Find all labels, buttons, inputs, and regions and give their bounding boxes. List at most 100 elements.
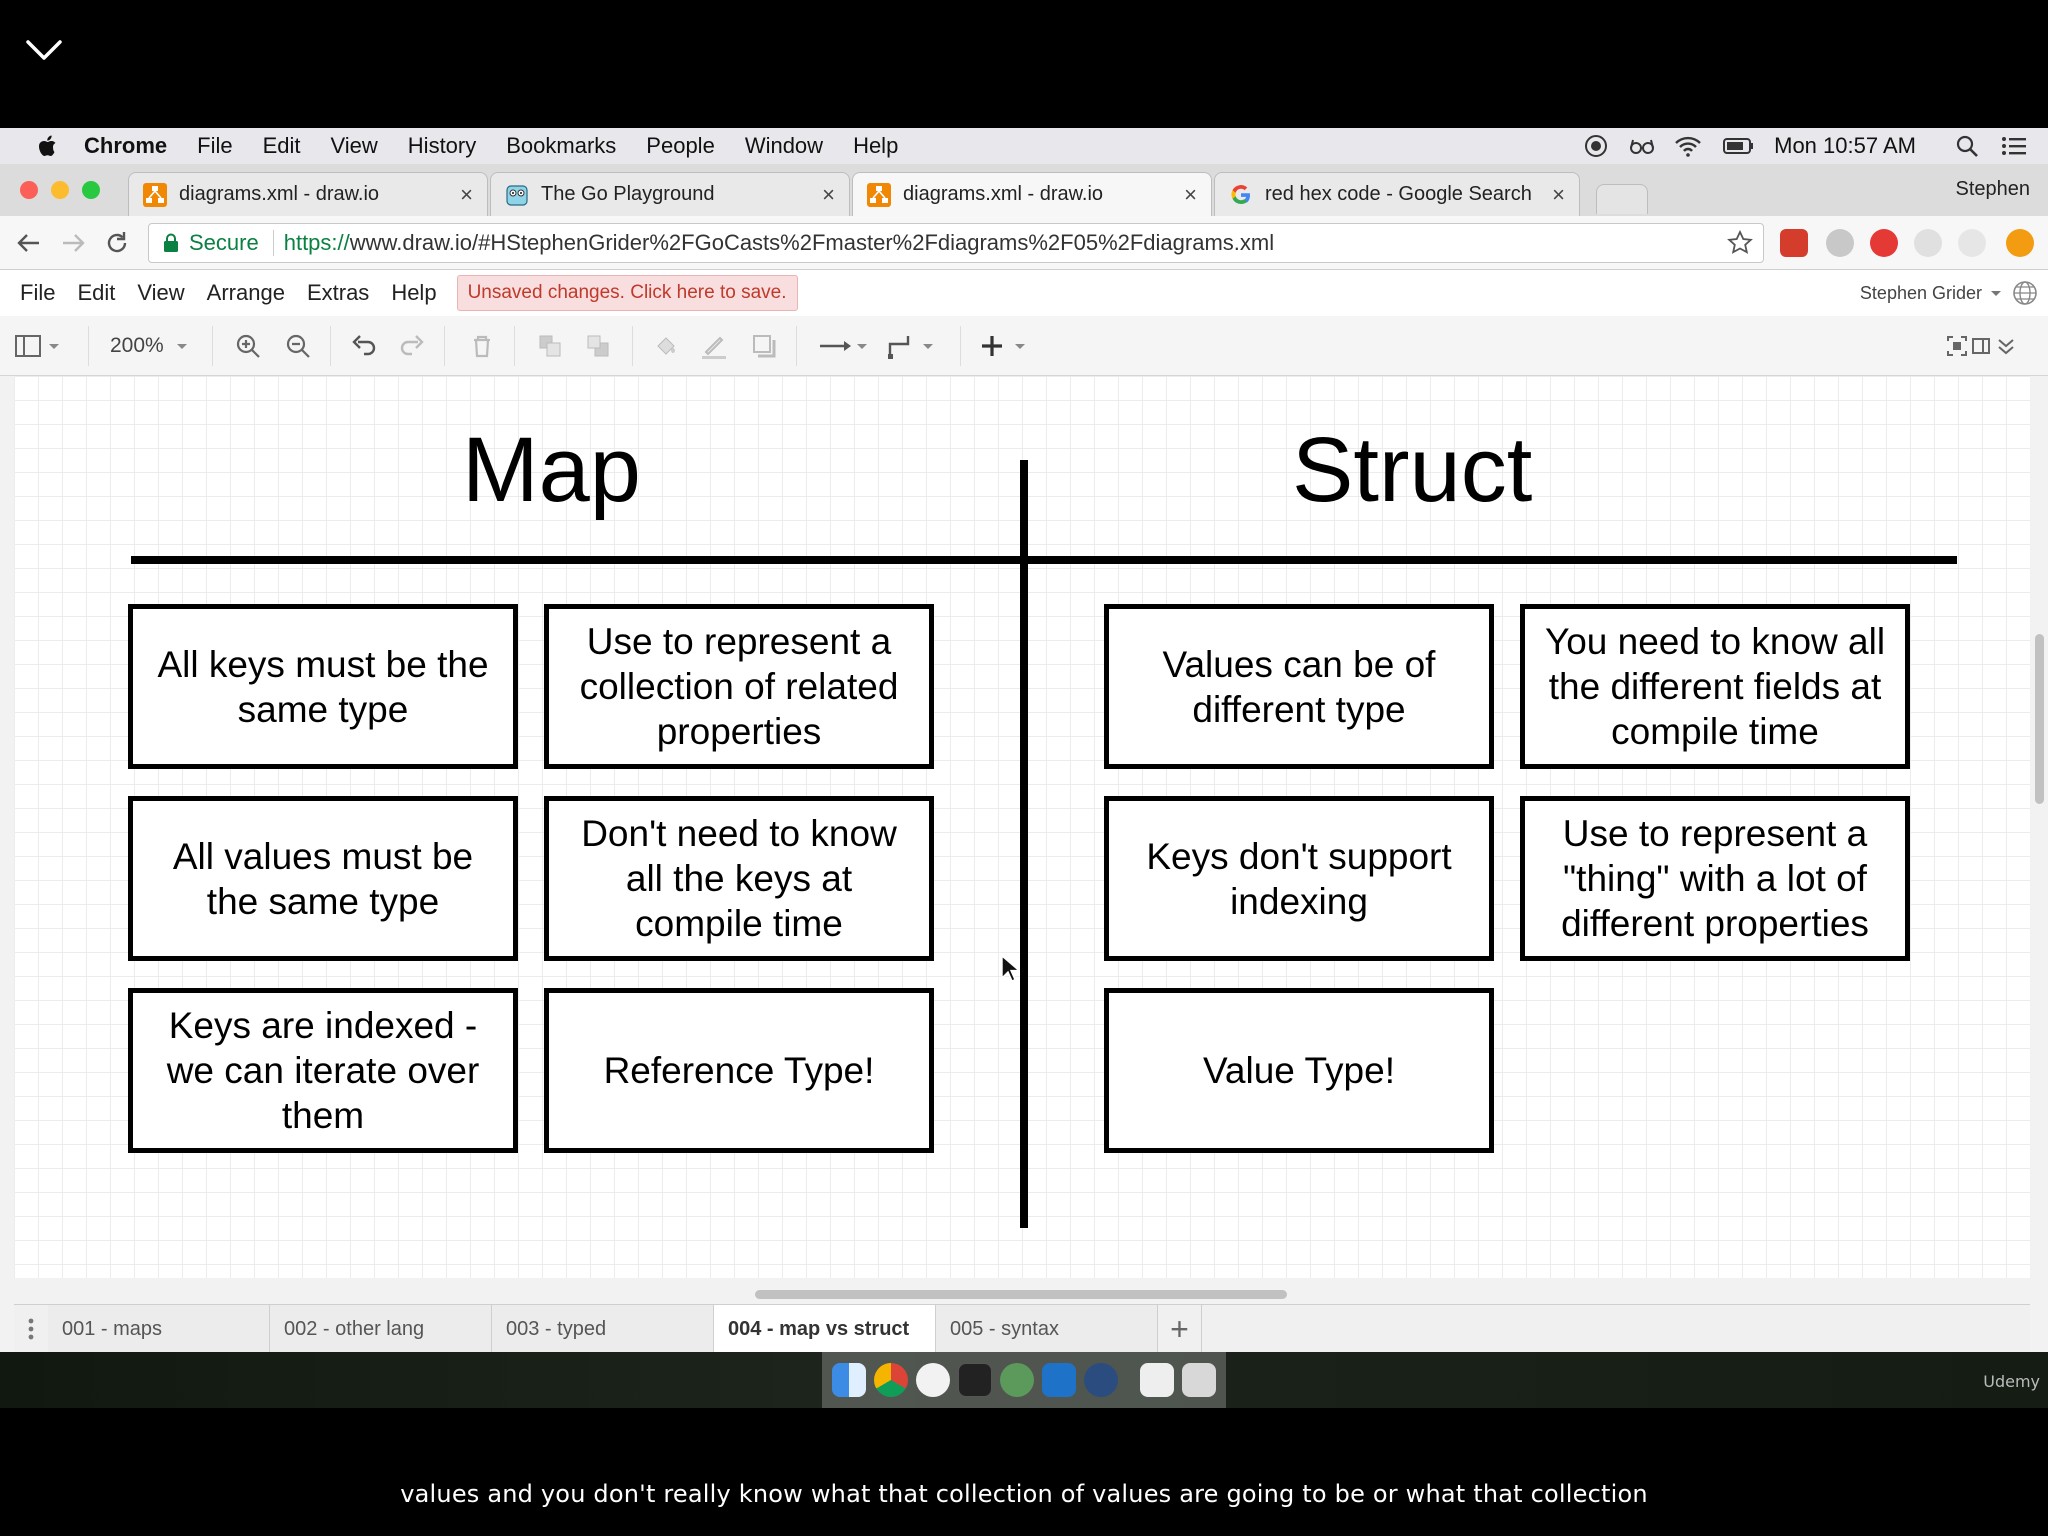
- reload-icon[interactable]: [102, 228, 132, 258]
- vertical-scrollbar[interactable]: [2035, 634, 2044, 804]
- lastpass-icon[interactable]: [1780, 229, 1808, 257]
- menu-edit[interactable]: Edit: [263, 133, 301, 159]
- waypoints-icon[interactable]: [886, 332, 914, 360]
- delete-icon[interactable]: [468, 332, 496, 360]
- page-tab[interactable]: 005 - syntax: [936, 1305, 1158, 1353]
- struct-card[interactable]: You need to know all the different field…: [1520, 604, 1910, 769]
- unsaved-changes-button[interactable]: Unsaved changes. Click here to save.: [456, 275, 798, 311]
- redo-icon[interactable]: [398, 332, 426, 360]
- struct-heading[interactable]: Struct: [1292, 418, 1532, 523]
- drawio-menu-view[interactable]: View: [137, 280, 184, 306]
- spotlight-search-icon[interactable]: [1954, 134, 1982, 158]
- notification-center-icon[interactable]: [2000, 134, 2028, 158]
- battery-icon[interactable]: [1720, 134, 1754, 158]
- ublock-icon[interactable]: [1870, 229, 1898, 257]
- glasses-icon[interactable]: [1628, 134, 1656, 158]
- trash-icon[interactable]: [1182, 1363, 1216, 1397]
- zoom-level[interactable]: 200%: [110, 334, 164, 358]
- window-minimize-button[interactable]: [51, 181, 69, 199]
- map-card[interactable]: Keys are indexed - we can iterate over t…: [128, 988, 518, 1153]
- fullscreen-icon[interactable]: [1946, 332, 1968, 360]
- shadow-icon[interactable]: [750, 332, 778, 360]
- forward-arrow-icon[interactable]: [58, 228, 88, 258]
- apple-icon[interactable]: [34, 132, 62, 160]
- menu-help[interactable]: Help: [853, 133, 898, 159]
- chrome-icon[interactable]: [874, 1363, 908, 1397]
- tab-go-playground[interactable]: The Go Playground ×: [490, 172, 850, 216]
- wifi-icon[interactable]: [1674, 134, 1702, 158]
- drawio-menu-edit[interactable]: Edit: [77, 280, 115, 306]
- page-tab-active[interactable]: 004 - map vs struct: [714, 1305, 936, 1353]
- map-heading[interactable]: Map: [462, 418, 641, 523]
- map-card[interactable]: All keys must be the same type: [128, 604, 518, 769]
- insert-plus-icon[interactable]: [978, 332, 1006, 360]
- map-card[interactable]: All values must be the same type: [128, 796, 518, 961]
- struct-card[interactable]: Keys don't support indexing: [1104, 796, 1494, 961]
- to-front-icon[interactable]: [536, 332, 564, 360]
- emoji-app-icon[interactable]: [916, 1363, 950, 1397]
- to-back-icon[interactable]: [584, 332, 612, 360]
- chevron-down-icon[interactable]: [1012, 332, 1028, 360]
- vertical-divider-line[interactable]: [1020, 460, 1028, 1228]
- chevron-down-icon[interactable]: [46, 332, 62, 360]
- bookmark-star-icon[interactable]: [1727, 230, 1753, 256]
- struct-card[interactable]: Use to represent a "thing" with a lot of…: [1520, 796, 1910, 961]
- map-card[interactable]: Don't need to know all the keys at compi…: [544, 796, 934, 961]
- collapse-chevron-icon[interactable]: [22, 28, 66, 72]
- url-bar[interactable]: Secure https:// www.draw.io/#HStephenGri…: [148, 223, 1764, 263]
- cloud-extension-icon[interactable]: [1826, 229, 1854, 257]
- struct-card[interactable]: Value Type!: [1104, 988, 1494, 1153]
- quicktime-icon[interactable]: [1084, 1363, 1118, 1397]
- chevron-down-icon[interactable]: [174, 332, 190, 360]
- tab-close-icon[interactable]: ×: [822, 182, 835, 208]
- map-card[interactable]: Reference Type!: [544, 988, 934, 1153]
- user-name[interactable]: Stephen Grider: [1860, 283, 1982, 304]
- connection-arrow-icon[interactable]: [818, 332, 854, 360]
- drawio-menu-arrange[interactable]: Arrange: [207, 280, 285, 306]
- chevron-down-icon[interactable]: [854, 332, 870, 360]
- vscode-icon[interactable]: [1042, 1363, 1076, 1397]
- undo-icon[interactable]: [350, 332, 378, 360]
- struct-card[interactable]: Values can be of different type: [1104, 604, 1494, 769]
- documents-stack-icon[interactable]: [1140, 1363, 1174, 1397]
- pocket-extension-icon[interactable]: [1958, 229, 1986, 257]
- pages-menu-icon[interactable]: [14, 1305, 48, 1353]
- drawio-menu-file[interactable]: File: [20, 280, 55, 306]
- back-arrow-icon[interactable]: [14, 228, 44, 258]
- record-icon[interactable]: [1582, 134, 1610, 158]
- extension-icon[interactable]: [1914, 229, 1942, 257]
- page-tab[interactable]: 003 - typed: [492, 1305, 714, 1353]
- tab-close-icon[interactable]: ×: [1552, 182, 1565, 208]
- horizontal-scrollbar[interactable]: [755, 1290, 1287, 1299]
- chevron-down-icon[interactable]: [1988, 285, 2004, 301]
- finder-icon[interactable]: [832, 1363, 866, 1397]
- format-panel-icon[interactable]: [14, 332, 42, 360]
- tab-google-search[interactable]: red hex code - Google Search ×: [1214, 172, 1580, 216]
- tab-diagrams-1[interactable]: diagrams.xml - draw.io ×: [128, 172, 488, 216]
- chevron-down-icon[interactable]: [920, 332, 936, 360]
- drawio-menu-help[interactable]: Help: [391, 280, 436, 306]
- fill-color-icon[interactable]: [652, 332, 680, 360]
- collapse-toolbar-icon[interactable]: [1996, 332, 2016, 360]
- diagram-canvas[interactable]: Map Struct All keys must be the same typ…: [14, 376, 2030, 1278]
- add-page-button[interactable]: +: [1158, 1305, 1202, 1353]
- menu-view[interactable]: View: [331, 133, 378, 159]
- update-icon[interactable]: [2006, 229, 2034, 257]
- menu-bookmarks[interactable]: Bookmarks: [506, 133, 616, 159]
- window-zoom-button[interactable]: [82, 181, 100, 199]
- line-color-icon[interactable]: [700, 332, 728, 360]
- zoom-in-icon[interactable]: [234, 332, 262, 360]
- terminal-icon[interactable]: [958, 1363, 992, 1397]
- chrome-profile-name[interactable]: Stephen: [1955, 178, 2030, 201]
- menu-file[interactable]: File: [197, 133, 232, 159]
- menu-history[interactable]: History: [408, 133, 476, 159]
- tab-close-icon[interactable]: ×: [460, 182, 473, 208]
- clock[interactable]: Mon 10:57 AM: [1774, 133, 1916, 159]
- drawio-menu-extras[interactable]: Extras: [307, 280, 369, 306]
- tab-close-icon[interactable]: ×: [1184, 182, 1197, 208]
- menu-people[interactable]: People: [646, 133, 715, 159]
- globe-icon[interactable]: [2012, 280, 2038, 306]
- menu-window[interactable]: Window: [745, 133, 823, 159]
- menu-chrome[interactable]: Chrome: [84, 133, 167, 159]
- format-toggle-icon[interactable]: [1972, 332, 1990, 360]
